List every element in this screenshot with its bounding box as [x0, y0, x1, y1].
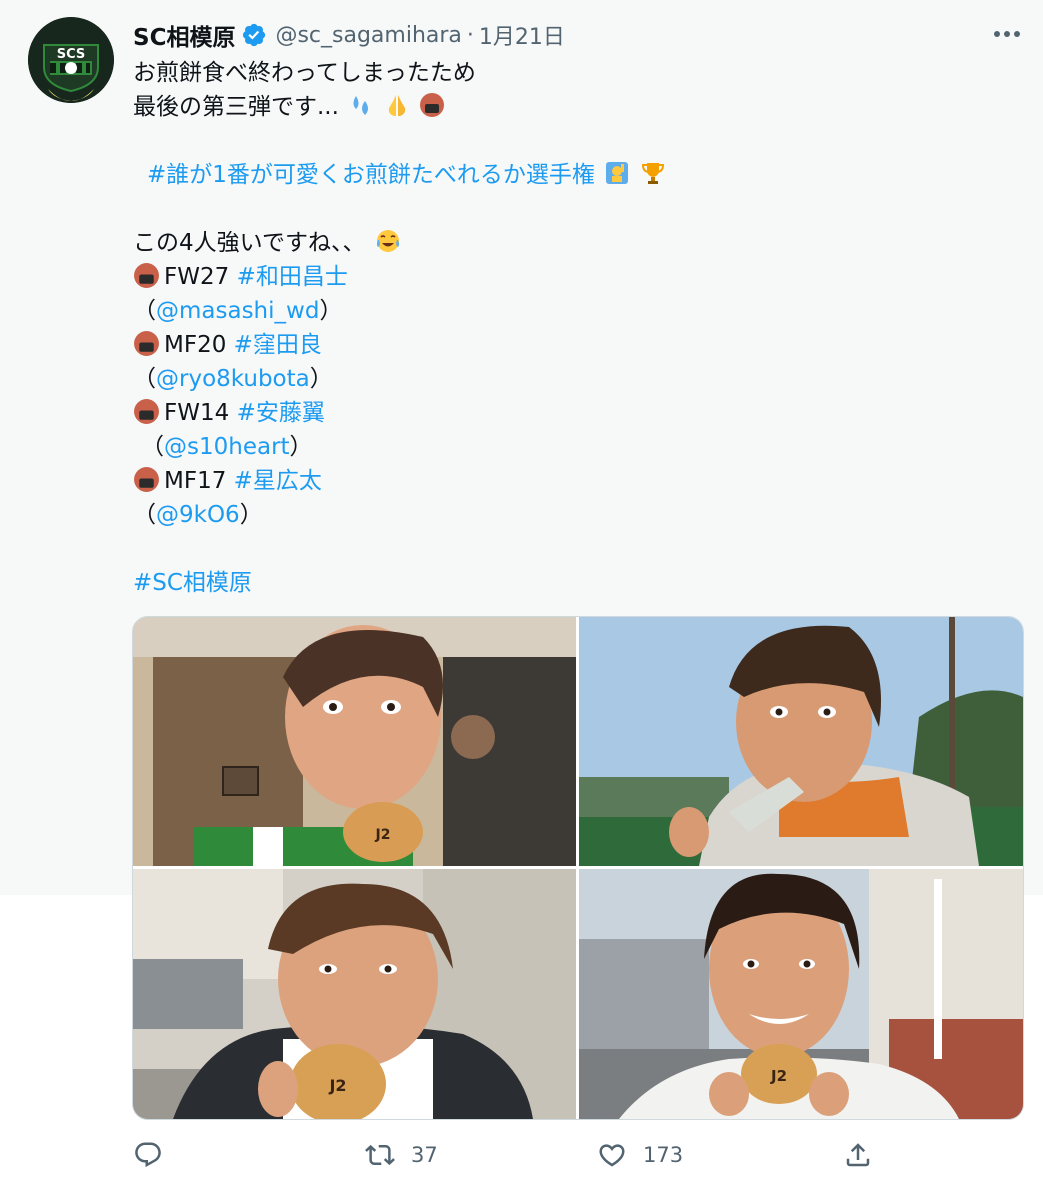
header-separator: · — [466, 22, 474, 48]
photo-1[interactable]: J2 — [133, 617, 576, 866]
player-position: FW14 — [164, 400, 230, 426]
player-line: FW27 #和田昌士 — [133, 260, 1013, 294]
player-mention[interactable]: @masashi_wd — [156, 298, 319, 324]
tweet-line-2-text: 最後の第三弾です... — [133, 94, 339, 120]
photo-4[interactable]: J2 — [579, 869, 1023, 1119]
player-mention[interactable]: @s10heart — [164, 434, 290, 460]
paren-open: （ — [141, 434, 164, 460]
svg-text:J2: J2 — [375, 827, 391, 843]
like-button[interactable]: 173 — [597, 1136, 683, 1174]
tweet-line-1: お煎餅食べ終わってしまったため — [133, 60, 476, 86]
verified-badge-icon — [243, 23, 266, 47]
paren-open: （ — [133, 298, 156, 324]
player-position: MF17 — [164, 468, 227, 494]
player-hashtag[interactable]: #星広太 — [234, 468, 322, 494]
tweet-actions: 37 173 — [133, 1136, 1013, 1174]
paren-close: ） — [239, 502, 263, 528]
photo-grid: J2 J2 J2 — [132, 616, 1024, 1120]
share-button[interactable] — [843, 1136, 873, 1174]
tweet-footer-line: #SC相模原 — [133, 566, 1013, 600]
paren-open: （ — [133, 502, 156, 528]
account-avatar[interactable]: SCS — [28, 17, 114, 103]
player-position: FW27 — [164, 264, 230, 290]
tweet-intro-line: この4人強いですね、、 — [133, 226, 1013, 260]
more-options-icon[interactable] — [990, 22, 1024, 46]
player-mention[interactable]: @ryo8kubota — [156, 366, 310, 392]
svg-text:J2: J2 — [770, 1067, 787, 1085]
photo-3[interactable]: J2 — [133, 869, 576, 1119]
paren-close: ） — [319, 298, 343, 324]
player-mention-line: （@9kO6） — [133, 498, 1013, 532]
tweet-line-2: 最後の第三弾です... — [133, 90, 1013, 124]
hashtag-championship[interactable]: #誰が1番が可愛くお煎餅たべれるか選手権 — [147, 162, 595, 188]
senbei-face-icon — [419, 93, 444, 117]
tweet-intro-text: この4人強いですね、、 — [133, 230, 366, 256]
player-hashtag[interactable]: #安藤翼 — [237, 400, 325, 426]
folded-hands-icon — [388, 95, 405, 116]
share-icon — [846, 1143, 870, 1167]
heart-icon — [599, 1144, 625, 1167]
paren-open: （ — [133, 366, 156, 392]
person-raising-hand-icon — [606, 162, 629, 184]
tears-of-joy-icon — [376, 230, 399, 252]
tweet-text: お煎餅食べ終わってしまったため 最後の第三弾です... #誰が1番が可愛くお煎餅… — [133, 56, 1013, 600]
reply-icon — [135, 1142, 161, 1168]
player-hashtag[interactable]: #和田昌士 — [237, 264, 348, 290]
paren-close: ） — [289, 434, 313, 460]
tweet-hashtag-line: #誰が1番が可愛くお煎餅たべれるか選手権 — [133, 158, 1013, 192]
retweet-button[interactable]: 37 — [365, 1136, 438, 1174]
player-line: FW14 #安藤翼 — [133, 396, 1013, 430]
like-count: 173 — [643, 1143, 684, 1167]
svg-text:J2: J2 — [328, 1076, 346, 1095]
senbei-face-icon — [134, 467, 159, 492]
photo-2[interactable] — [579, 617, 1023, 866]
senbei-face-icon — [134, 263, 159, 288]
player-line: MF20 #窪田良 — [133, 328, 1013, 362]
avatar-logo-text: SCS — [57, 47, 86, 62]
player-hashtag[interactable]: #窪田良 — [234, 332, 322, 358]
tweet-header: SC相模原 @sc_sagamihara · 1月21日 — [133, 18, 565, 52]
trophy-icon — [641, 163, 664, 184]
tweet-card: SCS SC相模原 @sc_sagamihara · 1月21日 お煎餅食べ終わ… — [0, 0, 1043, 1194]
hashtag-club[interactable]: #SC相模原 — [133, 570, 252, 596]
retweet-count: 37 — [411, 1143, 438, 1167]
account-handle[interactable]: @sc_sagamihara — [275, 23, 461, 48]
sweat-droplets-icon — [353, 96, 369, 115]
player-mention-line: （@ryo8kubota） — [133, 362, 1013, 396]
account-name[interactable]: SC相模原 — [133, 18, 235, 52]
senbei-face-icon — [134, 331, 159, 356]
player-line: MF17 #星広太 — [133, 464, 1013, 498]
player-mention-line: （@masashi_wd） — [133, 294, 1013, 328]
player-mention[interactable]: @9kO6 — [156, 502, 240, 528]
player-position: MF20 — [164, 332, 227, 358]
tweet-date[interactable]: 1月21日 — [479, 19, 565, 51]
paren-close: ） — [309, 366, 333, 392]
player-mention-line: （@s10heart） — [133, 430, 1013, 464]
retweet-icon — [365, 1144, 395, 1166]
reply-button[interactable] — [133, 1136, 163, 1174]
senbei-face-icon — [134, 399, 159, 424]
